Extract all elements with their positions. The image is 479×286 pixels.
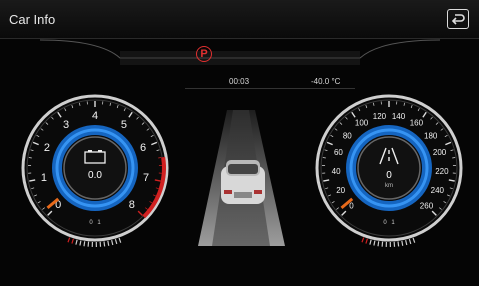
bottom-tick [118,237,122,243]
bottom-tick [71,238,74,244]
gauge-scale-label: 260 [420,201,434,210]
bottom-tick [377,241,380,247]
gauge-unit: km [385,183,393,189]
gauge-scale-label: 20 [336,186,345,195]
bottom-tick [365,238,368,244]
gauge-scale-label: 3 [63,119,69,131]
trip-time: 00:03 [229,77,250,86]
back-button[interactable] [447,9,469,29]
gauge-scale-label: 60 [334,148,343,157]
gauge-scale-label: 4 [92,110,98,122]
bottom-tick [373,240,376,246]
bottom-tick [114,238,118,245]
bottom-tick [103,241,106,247]
gauge-scale-label: 40 [332,167,341,176]
page-title: Car Info [9,12,56,27]
bottom-tick [361,237,365,243]
bottom-tick [67,237,71,243]
bottom-tick [369,239,372,245]
bottom-tick [75,239,78,245]
bottom-tick [83,241,86,247]
speedometer-gauge: 0 20 40 60 80 100 120 140 160 180 200 220 240 260 0 km 0… [303,88,475,248]
gauge-scale-label: 8 [129,199,135,211]
gauge-scale-label: 7 [143,172,149,184]
gauge-scale-label: 160 [410,119,424,128]
gauge-scale-label: 1 [41,172,47,184]
park-indicator: P [196,46,212,62]
gauge-value: 0 [386,170,392,181]
gauge-scale-label: 200 [433,148,447,157]
tachometer-gauge: 0 1 2 3 4 5 6 7 8 0.0 0 1 [9,88,181,248]
back-icon [451,14,465,25]
car-info-screen: Car Info P 00:03 -40.0 °C 0 1 2 3 4 5 6 … [0,0,479,286]
bottom-tick [412,237,416,243]
gauge-scale-label: 180 [424,131,438,140]
gauge-scale-label: 140 [392,112,406,121]
gauge-scale-label: 220 [435,167,449,176]
bottom-tick [401,240,404,246]
gauge-scale-label: 240 [431,186,445,195]
header-bar: Car Info [0,0,479,39]
gauge-scale-label: 80 [343,131,352,140]
center-dial [63,136,127,200]
bottom-tick [79,240,82,246]
top-banner-frame [40,39,440,65]
bottom-tick [107,240,110,246]
gauge-scale-label: 2 [44,142,50,154]
gauge-scale-label: 0 [349,201,354,210]
gauge-scale-label: 6 [140,142,146,154]
gauge-value: 0.0 [88,170,102,181]
gauge-scale-label: 5 [121,119,127,131]
center-dial [357,136,421,200]
gauge-scale-label: 100 [355,119,369,128]
car-icon [221,160,265,204]
bottom-tick [111,239,114,246]
gauge-scale-label: 120 [373,112,387,121]
bottom-tick [408,238,412,245]
bottom-tick [405,239,408,246]
bottom-tick [397,241,400,247]
outside-temperature: -40.0 °C [311,77,341,86]
